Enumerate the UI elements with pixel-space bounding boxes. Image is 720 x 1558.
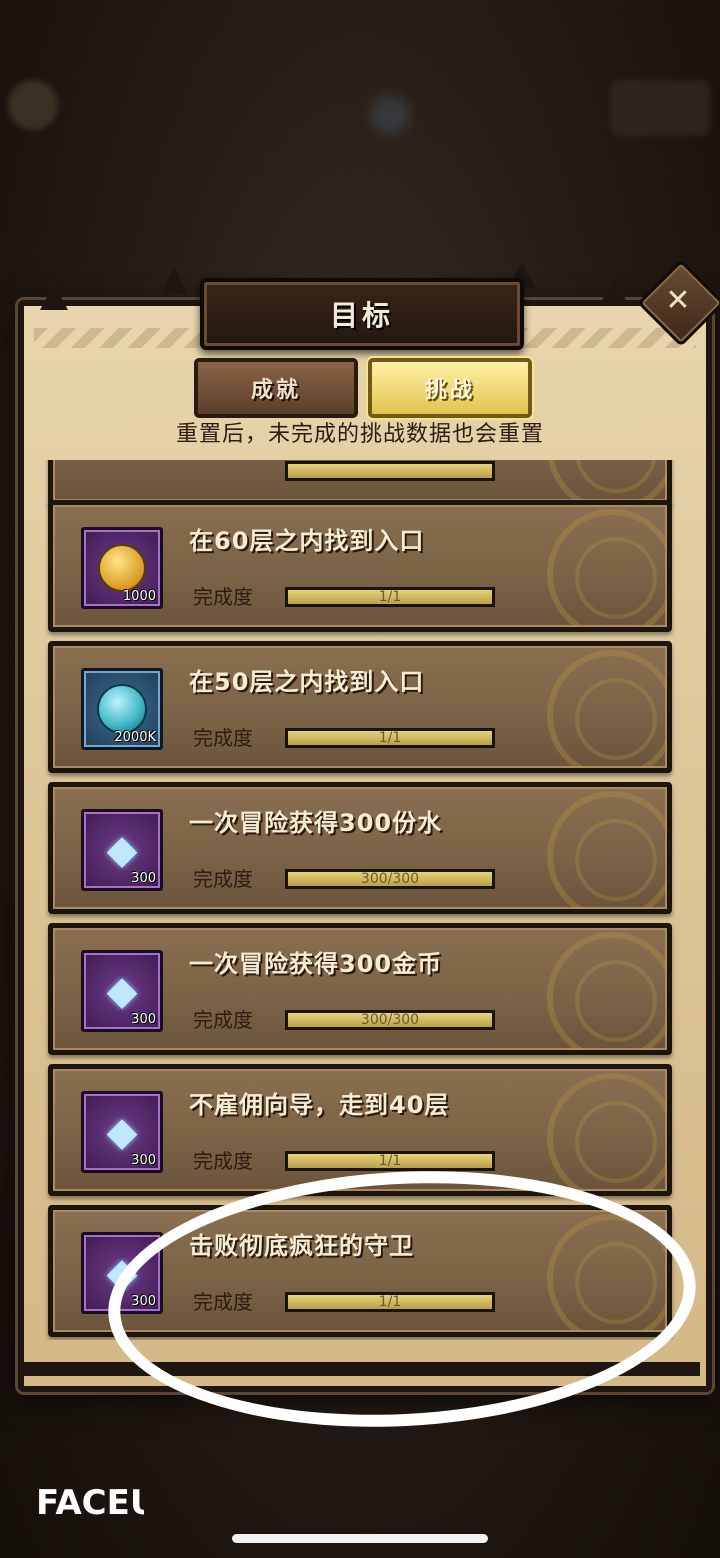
title-banner: 目标 xyxy=(200,278,524,350)
progress-text: 1/1 xyxy=(378,589,402,605)
progress-bar: 1/1 xyxy=(285,728,495,748)
reward-count: 300 xyxy=(131,871,156,886)
task-title: 在50层之内找到入口 xyxy=(189,668,425,696)
home-indicator[interactable] xyxy=(232,1534,488,1543)
seal-emblem xyxy=(547,650,667,768)
progress-bar: 1/1 xyxy=(285,587,495,607)
task-title: 一次冒险获得300份水 xyxy=(189,809,443,837)
seal-emblem xyxy=(547,1073,667,1191)
panel-spike xyxy=(600,278,628,304)
task-title: 一次冒险获得300金币 xyxy=(189,950,443,978)
progress-fill xyxy=(288,464,492,478)
list-item[interactable]: ◆ 300 一次冒险获得300金币 完成度 300/300 xyxy=(48,923,672,1055)
crystal-orb-icon xyxy=(97,684,147,734)
watermark-text: FACEU xyxy=(36,1483,144,1523)
tab-achievements[interactable]: 成就 xyxy=(194,358,358,418)
background-gem xyxy=(370,95,410,135)
panel-spike xyxy=(40,284,68,310)
panel-title: 目标 xyxy=(329,299,394,332)
reward-slot[interactable]: ◆ 300 xyxy=(81,809,163,891)
seal-emblem xyxy=(547,509,667,627)
progress-label: 完成度 xyxy=(193,1149,253,1173)
background-button xyxy=(610,80,710,136)
reward-slot[interactable]: ◆ 300 xyxy=(81,1091,163,1173)
reward-count: 300 xyxy=(131,1012,156,1027)
progress-text: 1/1 xyxy=(378,1153,402,1169)
tab-challenges[interactable]: 挑战 xyxy=(368,358,532,418)
progress-text: 300/300 xyxy=(360,1012,420,1028)
progress-bar: 300/300 xyxy=(285,1010,495,1030)
diamond-icon: ◆ xyxy=(106,827,138,873)
reset-notice: 重置后，未完成的挑战数据也会重置 xyxy=(175,422,544,447)
reward-count: 1000 xyxy=(122,589,156,604)
progress-bar: 1/1 xyxy=(285,1151,495,1171)
reward-count: 300 xyxy=(131,1153,156,1168)
progress-text: 1/1 xyxy=(378,730,402,746)
reward-slot[interactable]: ◆ 300 xyxy=(81,950,163,1032)
progress-text: 300/300 xyxy=(360,871,420,887)
faceu-watermark-logo: FACEU xyxy=(36,1483,144,1523)
close-icon[interactable]: ✕ xyxy=(650,272,706,328)
progress-label: 完成度 xyxy=(193,585,253,609)
diamond-icon: ◆ xyxy=(106,1109,138,1155)
list-item[interactable]: 2000K 在50层之内找到入口 完成度 1/1 xyxy=(48,641,672,773)
progress-label: 完成度 xyxy=(193,867,253,891)
list-item[interactable]: ◆ 300 一次冒险获得300份水 完成度 300/300 xyxy=(48,782,672,914)
gold-coin-icon xyxy=(98,544,146,592)
progress-bar xyxy=(285,461,495,481)
reward-slot[interactable]: 1000 xyxy=(81,527,163,609)
list-item[interactable]: 1000 在60层之内找到入口 完成度 1/1 xyxy=(48,500,672,632)
diamond-icon: ◆ xyxy=(106,968,138,1014)
reward-count: 2000K xyxy=(114,730,156,745)
progress-label: 完成度 xyxy=(193,1008,253,1032)
task-title: 不雇佣向导，走到40层 xyxy=(189,1091,450,1119)
background-avatar xyxy=(8,80,58,130)
panel-spike xyxy=(160,268,188,294)
seal-emblem xyxy=(547,932,667,1050)
task-title: 在60层之内找到入口 xyxy=(189,527,425,555)
progress-label: 完成度 xyxy=(193,726,253,750)
seal-emblem xyxy=(547,791,667,909)
progress-bar: 300/300 xyxy=(285,869,495,889)
reward-slot[interactable]: 2000K xyxy=(81,668,163,750)
